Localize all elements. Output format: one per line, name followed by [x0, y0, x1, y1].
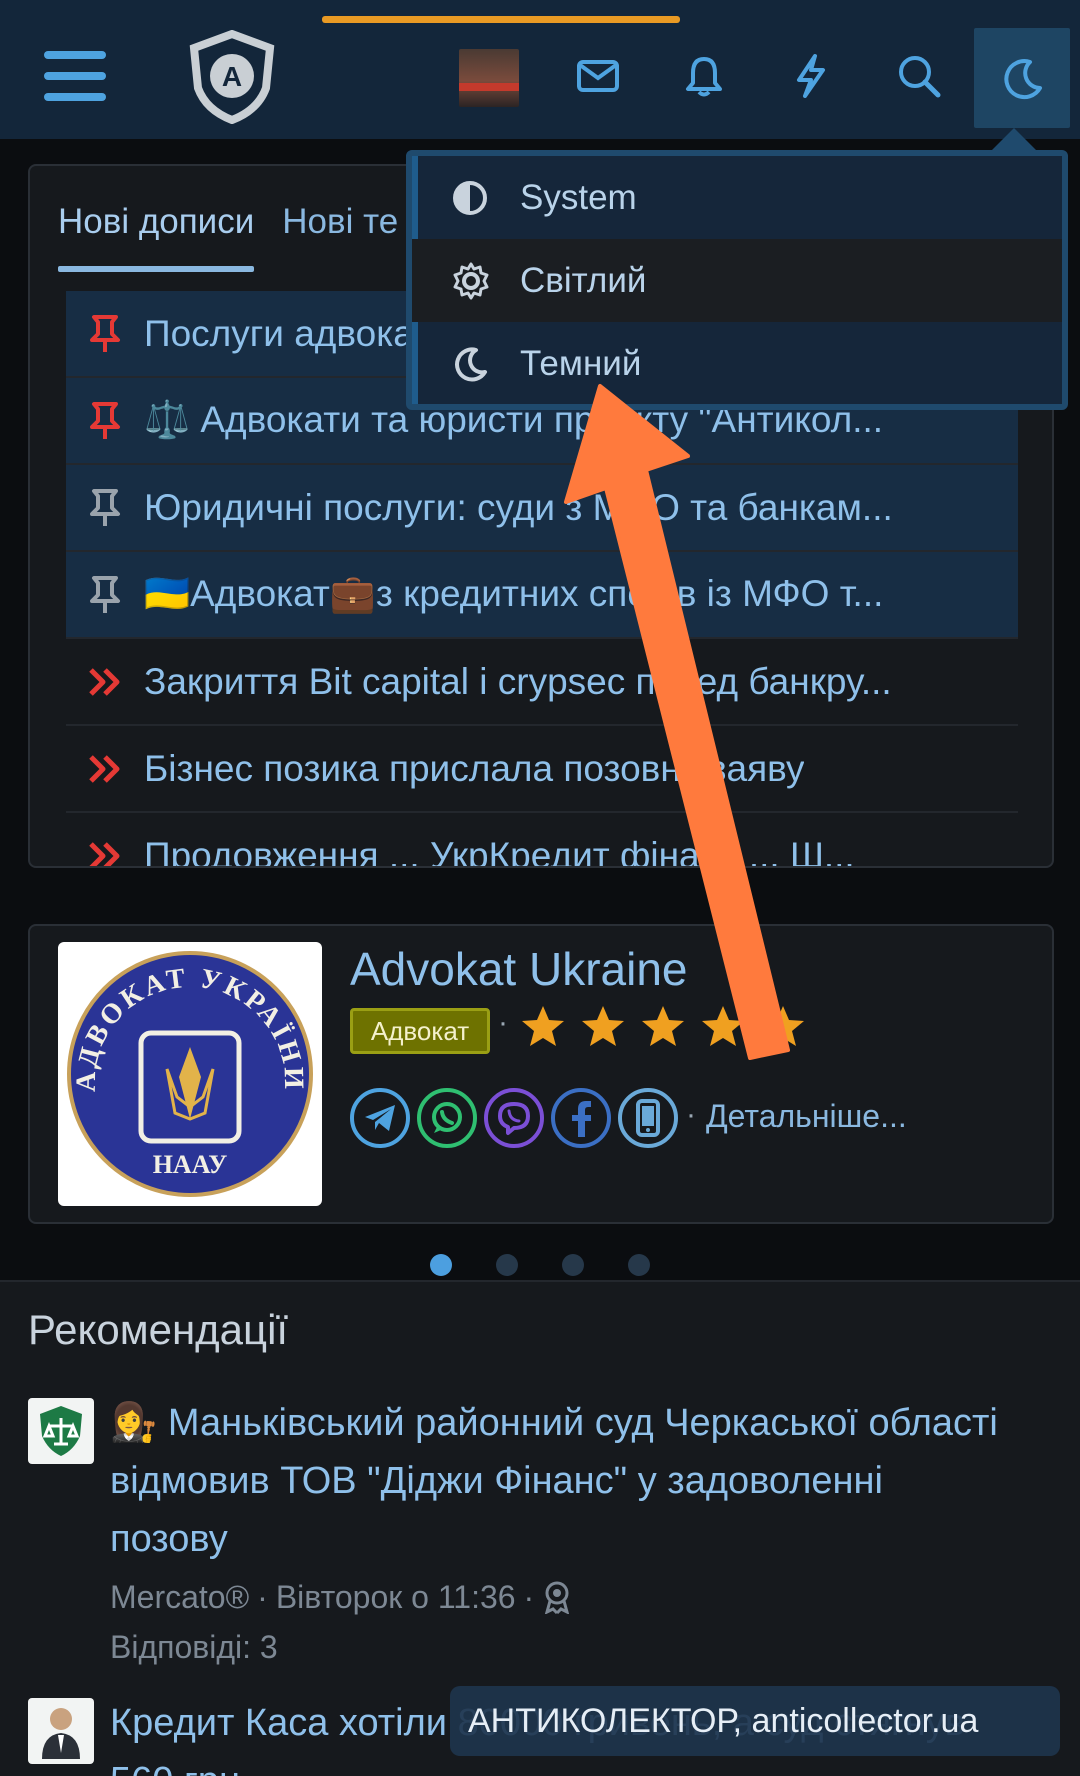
user-avatar[interactable] [459, 49, 519, 107]
double-chevron-icon [66, 754, 144, 784]
whatsapp-icon[interactable] [417, 1088, 477, 1148]
bell-icon[interactable] [682, 34, 726, 118]
tab-new-threads[interactable]: Нові те [282, 196, 398, 260]
theme-option-label: System [520, 177, 637, 217]
viber-icon[interactable] [484, 1088, 544, 1148]
author-avatar[interactable] [28, 1398, 94, 1464]
thread-title[interactable]: Закриття Bit capital і crypsec перед бан… [144, 661, 892, 703]
pager-dot-active[interactable] [430, 1254, 452, 1276]
facebook-icon[interactable] [551, 1088, 611, 1148]
separator-dot: · [498, 1006, 508, 1039]
pager-dot[interactable] [496, 1254, 518, 1276]
separator-dot: · [257, 1579, 268, 1615]
bolt-icon[interactable] [790, 34, 830, 118]
thread-title[interactable]: Юридичні послуги: суди з МФО та банкам..… [144, 487, 893, 529]
menu-icon[interactable] [44, 34, 106, 118]
recommendation-meta: Mercato® · Вівторок о 11:36 · [110, 1572, 1010, 1622]
thread-row[interactable]: Продовження ... УкрКредит фінанс ... Ш..… [66, 813, 1018, 867]
advocate-card: АДВОКАТ УКРАЇНИ НААУ Advokat Ukraine Адв… [28, 924, 1054, 1224]
theme-option-label: Темний [520, 343, 642, 383]
theme-toggle-button[interactable] [974, 28, 1070, 128]
advocate-logo[interactable]: АДВОКАТ УКРАЇНИ НААУ [58, 942, 322, 1206]
separator-dot: · [686, 1098, 696, 1131]
thread-row[interactable]: Юридичні послуги: суди з МФО та банкам..… [66, 465, 1018, 552]
advocate-name[interactable]: Advokat Ukraine [350, 942, 688, 996]
double-chevron-icon [66, 667, 144, 697]
separator-dot: · [523, 1579, 535, 1615]
carousel-pager [430, 1254, 650, 1276]
site-logo-shield[interactable]: A [186, 30, 278, 124]
pin-gray-icon [66, 575, 144, 615]
moon-icon [1004, 59, 1042, 100]
thread-row[interactable]: Бізнес позика прислала позовну заяву [66, 726, 1018, 813]
svg-text:НААУ: НААУ [153, 1150, 228, 1179]
thread-title[interactable]: Продовження ... УкрКредит фінанс ... Ш..… [144, 835, 855, 867]
rating-stars [520, 1004, 806, 1048]
top-navigation-bar: A [0, 0, 1080, 139]
social-links [350, 1088, 678, 1148]
pin-red-icon [66, 314, 144, 354]
recommendation-item: 👩‍⚖️ Маньківський районний суд Черкасько… [28, 1394, 1058, 1665]
award-icon [545, 1581, 570, 1614]
star-icon [702, 1006, 744, 1046]
theme-option-system[interactable]: System [412, 156, 1062, 239]
post-date[interactable]: Вівторок о 11:36 [276, 1572, 516, 1622]
theme-option-label: Світлий [520, 260, 647, 300]
page-loading-bar [322, 16, 680, 23]
star-icon [582, 1006, 624, 1046]
details-link[interactable]: Детальніше... [706, 1098, 907, 1135]
thread-row[interactable]: Закриття Bit capital і crypsec перед бан… [66, 639, 1018, 726]
thread-title[interactable]: Бізнес позика прислала позовну заяву [144, 748, 804, 790]
thread-row[interactable]: 🇺🇦Адвокат💼з кредитних спорів із МФО т... [66, 552, 1018, 639]
svg-text:A: A [222, 61, 242, 92]
pager-dot[interactable] [562, 1254, 584, 1276]
recommendation-title[interactable]: 👩‍⚖️ Маньківський районний суд Черкасько… [110, 1394, 1010, 1568]
theme-menu: System Світлий Темний [406, 150, 1068, 410]
theme-option-light[interactable]: Світлий [412, 239, 1062, 322]
author-name[interactable]: Mercato® [110, 1572, 249, 1622]
pin-red-icon [66, 401, 144, 441]
pin-gray-icon [66, 488, 144, 528]
half-circle-icon [452, 180, 520, 216]
moon-icon [452, 346, 520, 382]
widget-tabs: Нові дописи Нові те [58, 196, 398, 272]
section-title: Рекомендації [28, 1306, 289, 1353]
pager-dot[interactable] [628, 1254, 650, 1276]
mail-icon[interactable] [574, 34, 622, 118]
menu-caret [992, 128, 1036, 150]
tab-new-posts[interactable]: Нові дописи [58, 196, 255, 272]
telegram-icon[interactable] [350, 1088, 410, 1148]
site-toast: АНТИКОЛЕКТОР, anticollector.ua [450, 1686, 1060, 1756]
star-icon [522, 1006, 564, 1046]
star-icon [642, 1006, 684, 1046]
reply-count: Відповіді: 3 [110, 1629, 278, 1665]
gear-icon [452, 262, 520, 300]
phone-icon[interactable] [618, 1088, 678, 1148]
double-chevron-icon [66, 841, 144, 866]
star-icon [762, 1006, 804, 1046]
search-icon[interactable] [896, 34, 942, 118]
theme-option-dark[interactable]: Темний [412, 322, 1062, 404]
thread-title[interactable]: 🇺🇦Адвокат💼з кредитних спорів із МФО т... [144, 573, 883, 616]
author-avatar[interactable] [28, 1698, 94, 1764]
role-badge: Адвокат [350, 1008, 490, 1054]
